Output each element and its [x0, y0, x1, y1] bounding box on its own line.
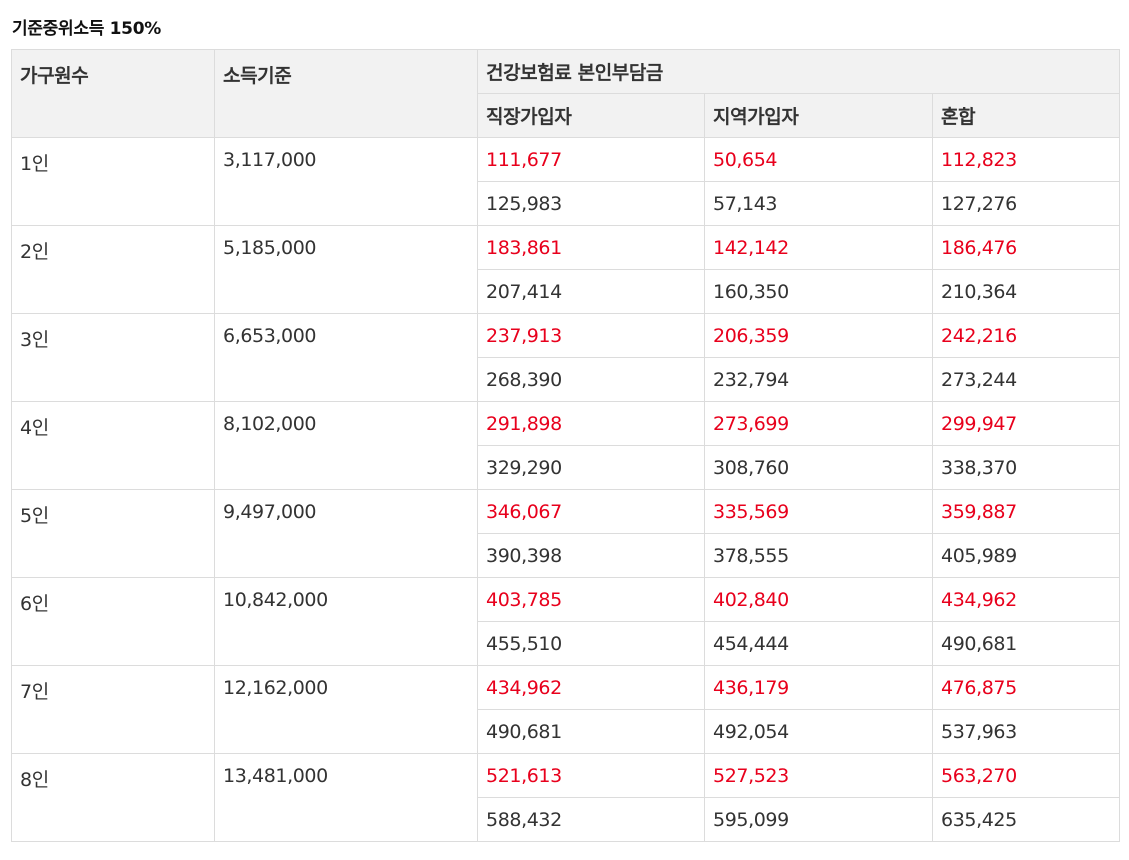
table-row: 8인 13,481,000 521,613 527,523 563,270	[11, 753, 1120, 842]
workplace-highlight-cell: 291,898	[477, 401, 705, 446]
regional-highlight-cell: 206,359	[704, 313, 933, 358]
table-row: 2인 5,185,000 183,861 142,142 186,476	[11, 225, 1120, 314]
workplace-highlight-cell: 434,962	[477, 665, 705, 710]
regional-value-cell: 308,760	[704, 445, 933, 490]
header-row-1: 가구원수 소득기준 건강보험료 본인부담금	[11, 49, 1120, 138]
workplace-highlight-cell: 237,913	[477, 313, 705, 358]
income-cell: 12,162,000	[214, 665, 478, 754]
mixed-highlight-cell: 476,875	[932, 665, 1120, 710]
table-caption: 기준중위소득 150%	[12, 19, 161, 39]
income-premium-table: 가구원수 소득기준 건강보험료 본인부담금 직장가입자 지역가입자 혼합 1인 3…	[11, 49, 1120, 842]
table-header: 가구원수 소득기준 건강보험료 본인부담금 직장가입자 지역가입자 혼합	[11, 49, 1120, 138]
table-row: 7인 12,162,000 434,962 436,179 476,875	[11, 665, 1120, 754]
household-cell: 2인	[11, 225, 215, 314]
income-cell: 9,497,000	[214, 489, 478, 578]
income-cell: 8,102,000	[214, 401, 478, 490]
table-body: 1인 3,117,000 111,677 50,654 112,823 125,983 57…	[11, 137, 1120, 842]
workplace-value-cell: 125,983	[477, 181, 705, 226]
household-cell: 3인	[11, 313, 215, 402]
regional-highlight-cell: 273,699	[704, 401, 933, 446]
workplace-value-cell: 329,290	[477, 445, 705, 490]
mixed-value-cell: 537,963	[932, 709, 1120, 754]
household-cell: 1인	[11, 137, 215, 226]
mixed-value-cell: 273,244	[932, 357, 1120, 402]
household-cell: 7인	[11, 665, 215, 754]
workplace-value-cell: 455,510	[477, 621, 705, 666]
header-household: 가구원수	[11, 49, 215, 138]
table-row: 6인 10,842,000 403,785 402,840 434,962	[11, 577, 1120, 666]
table-row: 5인 9,497,000 346,067 335,569 359,887	[11, 489, 1120, 578]
regional-value-cell: 57,143	[704, 181, 933, 226]
workplace-value-cell: 268,390	[477, 357, 705, 402]
regional-highlight-cell: 527,523	[704, 753, 933, 798]
household-cell: 6인	[11, 577, 215, 666]
workplace-highlight-cell: 111,677	[477, 137, 705, 182]
table-row: 4인 8,102,000 291,898 273,699 299,947	[11, 401, 1120, 490]
workplace-highlight-cell: 183,861	[477, 225, 705, 270]
household-cell: 8인	[11, 753, 215, 842]
income-cell: 10,842,000	[214, 577, 478, 666]
regional-highlight-cell: 402,840	[704, 577, 933, 622]
mixed-value-cell: 405,989	[932, 533, 1120, 578]
mixed-highlight-cell: 359,887	[932, 489, 1120, 534]
regional-value-cell: 160,350	[704, 269, 933, 314]
workplace-value-cell: 390,398	[477, 533, 705, 578]
workplace-highlight-cell: 346,067	[477, 489, 705, 534]
mixed-value-cell: 490,681	[932, 621, 1120, 666]
regional-highlight-cell: 142,142	[704, 225, 933, 270]
workplace-highlight-cell: 521,613	[477, 753, 705, 798]
regional-value-cell: 454,444	[704, 621, 933, 666]
mixed-value-cell: 338,370	[932, 445, 1120, 490]
header-income: 소득기준	[214, 49, 478, 138]
header-premium-group: 건강보험료 본인부담금	[477, 49, 1120, 94]
workplace-value-cell: 207,414	[477, 269, 705, 314]
mixed-value-cell: 210,364	[932, 269, 1120, 314]
regional-value-cell: 492,054	[704, 709, 933, 754]
income-cell: 6,653,000	[214, 313, 478, 402]
table-row: 3인 6,653,000 237,913 206,359 242,216	[11, 313, 1120, 402]
regional-highlight-cell: 50,654	[704, 137, 933, 182]
regional-value-cell: 232,794	[704, 357, 933, 402]
regional-highlight-cell: 335,569	[704, 489, 933, 534]
mixed-highlight-cell: 299,947	[932, 401, 1120, 446]
income-cell: 5,185,000	[214, 225, 478, 314]
table-row: 1인 3,117,000 111,677 50,654 112,823	[11, 137, 1120, 226]
household-cell: 4인	[11, 401, 215, 490]
regional-value-cell: 595,099	[704, 797, 933, 842]
mixed-highlight-cell: 186,476	[932, 225, 1120, 270]
mixed-highlight-cell: 112,823	[932, 137, 1120, 182]
header-workplace: 직장가입자	[477, 93, 705, 138]
regional-value-cell: 378,555	[704, 533, 933, 578]
income-cell: 3,117,000	[214, 137, 478, 226]
mixed-highlight-cell: 434,962	[932, 577, 1120, 622]
income-cell: 13,481,000	[214, 753, 478, 842]
regional-highlight-cell: 436,179	[704, 665, 933, 710]
mixed-value-cell: 635,425	[932, 797, 1120, 842]
mixed-value-cell: 127,276	[932, 181, 1120, 226]
header-mixed: 혼합	[932, 93, 1120, 138]
household-cell: 5인	[11, 489, 215, 578]
workplace-value-cell: 588,432	[477, 797, 705, 842]
header-regional: 지역가입자	[704, 93, 933, 138]
mixed-highlight-cell: 563,270	[932, 753, 1120, 798]
workplace-highlight-cell: 403,785	[477, 577, 705, 622]
workplace-value-cell: 490,681	[477, 709, 705, 754]
mixed-highlight-cell: 242,216	[932, 313, 1120, 358]
